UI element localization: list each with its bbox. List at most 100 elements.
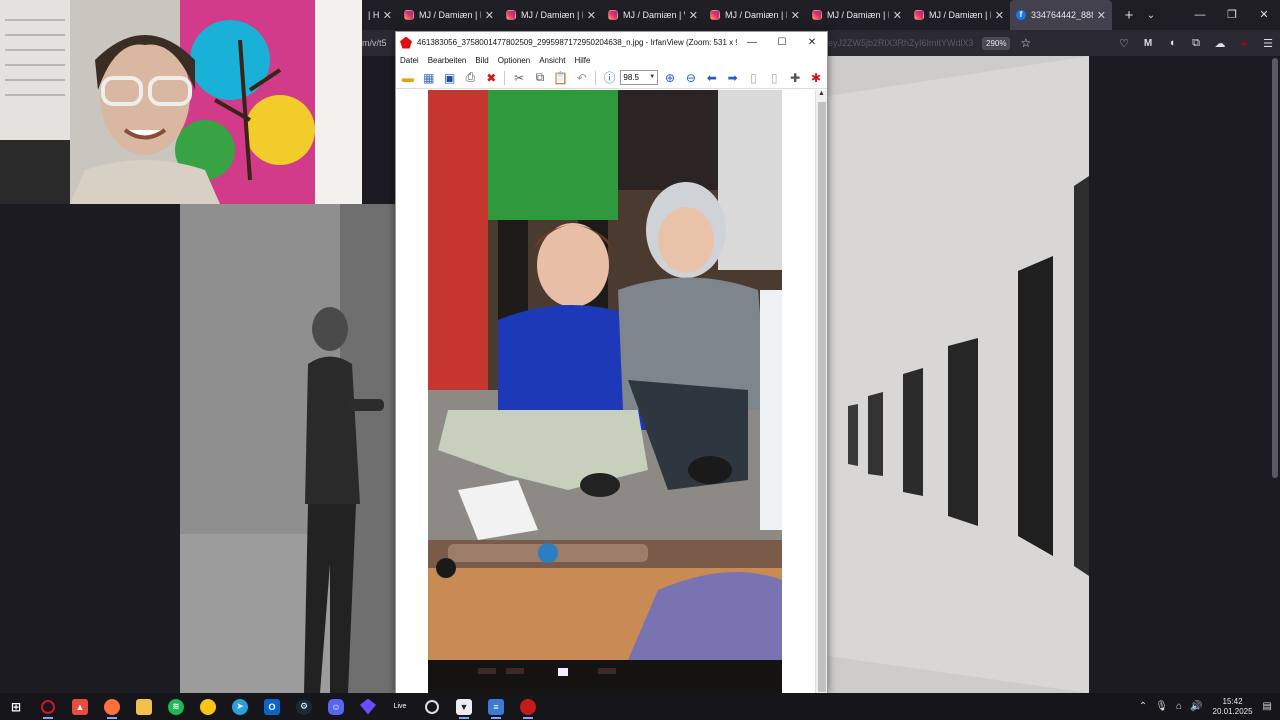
menu-bild[interactable]: Bild [475, 56, 488, 65]
taskbar-app-live[interactable]: Live [384, 693, 416, 720]
close-icon[interactable]: ✕ [1097, 9, 1106, 22]
delete-icon[interactable]: ✖ [481, 69, 501, 87]
chevron-down-icon[interactable]: ▼ [649, 71, 655, 84]
menu-bearbeiten[interactable]: Bearbeiten [428, 56, 467, 65]
menu-ansicht[interactable]: Ansicht [539, 56, 565, 65]
tab-instagram-5[interactable]: MJ / Damiæn | F ✕ [806, 0, 908, 30]
undo-icon[interactable]: ↶ [572, 69, 592, 87]
new-tab-button[interactable]: + [1118, 7, 1140, 24]
taskbar-app-steam[interactable]: ⚙ [288, 693, 320, 720]
tray-overflow-chevron-icon[interactable]: ⌃ [1139, 701, 1147, 712]
first-page-icon[interactable]: ▯ [744, 69, 764, 87]
menu-datei[interactable]: Datei [400, 56, 419, 65]
url-text[interactable]: eyJ2ZW5jb2RlX3RhZyI6ImltYWdlX3 [828, 38, 978, 48]
system-tray: ⌃ 🎙 ⌂ 🔊 15:42 20.01.2025 ▤ [1135, 693, 1280, 720]
irfanview-title-bar[interactable]: 461383056_3758001477802509_2995987172950… [396, 32, 827, 53]
menu-hilfe[interactable]: Hilfe [574, 56, 590, 65]
image-vertical-scrollbar[interactable]: ▲ [815, 90, 827, 693]
clock-time: 15:42 [1222, 696, 1243, 706]
ublock-origin-icon[interactable]: ● [1232, 39, 1256, 48]
menu-hamburger-icon[interactable]: ☰ [1256, 37, 1280, 50]
irfanview-title: 461383056_3758001477802509_2995987172950… [417, 38, 737, 47]
tab-instagram-2[interactable]: MJ / Damiæn | F ✕ [500, 0, 602, 30]
close-icon[interactable]: ✕ [791, 9, 800, 22]
restore-button[interactable]: ❐ [1216, 0, 1248, 30]
paste-icon[interactable]: 📋 [551, 69, 571, 87]
info-icon[interactable]: ⓘ [600, 69, 620, 87]
taskbar-app-norton[interactable] [192, 693, 224, 720]
taskbar-app-firefox[interactable] [96, 693, 128, 720]
taskbar-app-gallery[interactable]: ▲ [64, 693, 96, 720]
cut-icon[interactable]: ✂ [509, 69, 529, 87]
close-icon[interactable]: ✕ [587, 9, 596, 22]
pocket-icon[interactable]: ♡ [1112, 37, 1136, 50]
irfanview-app-icon [400, 36, 412, 49]
extensions-puzzle-icon[interactable]: ⧉ [1184, 37, 1208, 50]
bookmark-star-icon[interactable]: ☆ [1020, 36, 1031, 50]
account-icon[interactable]: M [1136, 38, 1160, 49]
image-canvas[interactable]: ▲ [396, 90, 827, 693]
menu-optionen[interactable]: Optionen [498, 56, 530, 65]
firefox-sync-icon[interactable]: ☁ [1208, 37, 1232, 50]
scrollbar-thumb[interactable] [818, 102, 826, 692]
tab-instagram-1[interactable]: MJ / Damiæn | F ✕ [398, 0, 500, 30]
zoom-in-icon[interactable]: ⊕ [660, 69, 680, 87]
notification-center-icon[interactable]: ▤ [1263, 701, 1272, 712]
taskbar-app-obs[interactable] [416, 693, 448, 720]
scroll-up-arrow-icon[interactable]: ▲ [816, 90, 827, 97]
tab-instagram-6[interactable]: MJ / Damiæn | M ✕ [908, 0, 1010, 30]
taskbar-app-file-explorer[interactable] [128, 693, 160, 720]
tab-label: MJ / Damiæn | F [827, 10, 889, 20]
tab-instagram-3[interactable]: MJ / Damiæn | W ✕ [602, 0, 704, 30]
close-window-button[interactable]: ✕ [1248, 0, 1280, 30]
maximize-button[interactable]: ☐ [767, 37, 797, 48]
tab-instagram-4[interactable]: MJ / Damiæn | M ✕ [704, 0, 806, 30]
background-panel [0, 204, 180, 693]
live-icon: Live [393, 703, 407, 710]
irfanview-about-icon[interactable]: ✱ [806, 69, 826, 87]
taskbar-app-irfanview[interactable] [512, 693, 544, 720]
zoom-level-badge[interactable]: 290% [982, 36, 1011, 50]
proton-vpn-icon [360, 698, 376, 715]
page-scrollbar-thumb[interactable] [1272, 58, 1278, 478]
taskbar-app-outlook[interactable]: O [256, 693, 288, 720]
close-icon[interactable]: ✕ [689, 9, 698, 22]
close-icon[interactable]: ✕ [485, 9, 494, 22]
microphone-icon[interactable]: 🎙 [1155, 701, 1168, 712]
start-button[interactable]: ⊞ [0, 693, 32, 720]
close-icon[interactable]: ✕ [893, 9, 902, 22]
taskbar-app-telegram[interactable]: ➤ [224, 693, 256, 720]
taskbar-app-discord[interactable]: ☺ [320, 693, 352, 720]
slideshow-icon[interactable]: ▦ [419, 69, 439, 87]
taskbar-app-spotify[interactable]: ≋ [160, 693, 192, 720]
zoom-input[interactable]: 98.5 ▼ [620, 70, 659, 85]
properties-tools-icon[interactable]: ✚ [785, 69, 805, 87]
close-window-button[interactable]: ✕ [797, 37, 827, 48]
tab-partial[interactable]: | H ✕ [362, 0, 398, 30]
taskbar-app-opera-gx[interactable] [32, 693, 64, 720]
minimize-button[interactable]: — [1184, 0, 1216, 30]
print-icon[interactable]: ⎙ [461, 69, 481, 87]
minimize-button[interactable]: — [737, 37, 767, 48]
mouse-extension-icon[interactable]: ◖ [1160, 37, 1184, 49]
taskbar-app-epic[interactable]: ▼ [448, 693, 480, 720]
network-icon[interactable]: ⌂ [1176, 701, 1182, 712]
close-icon[interactable]: ✕ [995, 9, 1004, 22]
previous-image-icon[interactable]: ⬅ [702, 69, 722, 87]
taskbar-app-notepad[interactable]: ≡ [480, 693, 512, 720]
tab-facebook-active[interactable]: f 334764442_888354 ✕ [1010, 0, 1112, 30]
url-fragment[interactable]: m/v/t5 [362, 38, 387, 48]
taskbar-app-proton-vpn[interactable] [352, 693, 384, 720]
next-image-icon[interactable]: ➡ [723, 69, 743, 87]
open-folder-icon[interactable]: ▬ [398, 69, 418, 87]
zoom-out-icon[interactable]: ⊖ [681, 69, 701, 87]
tab-list-button[interactable]: ⌄ [1140, 10, 1162, 21]
volume-icon[interactable]: 🔊 [1190, 701, 1202, 712]
copy-icon[interactable]: ⧉ [530, 69, 550, 87]
close-icon[interactable]: ✕ [383, 9, 392, 22]
opera-gx-icon [41, 699, 55, 714]
clock[interactable]: 15:42 20.01.2025 [1213, 697, 1253, 717]
desktop-screen: | H ✕ MJ / Damiæn | F ✕ MJ / Damiæn | F … [0, 0, 1280, 720]
save-icon[interactable]: ▣ [440, 69, 460, 87]
last-page-icon[interactable]: ▯ [764, 69, 784, 87]
